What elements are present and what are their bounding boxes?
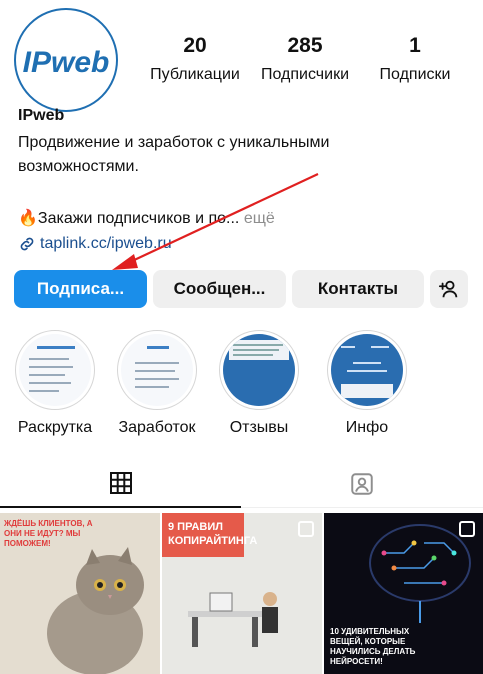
stat-followers[interactable]: 285 Подписчики	[250, 34, 360, 86]
add-person-icon	[438, 280, 458, 298]
posts-label: Публикации	[150, 66, 240, 83]
highlight-info[interactable]: Инфо	[322, 330, 412, 438]
highlight-label: Заработок	[118, 419, 196, 436]
profile-link[interactable]: taplink.cc/ipweb.ru	[18, 232, 172, 256]
promo-text: 🔥Закажи подписчиков и по...	[18, 210, 240, 227]
highlight-label: Раскрутка	[17, 419, 93, 436]
stat-following[interactable]: 1 Подписки	[362, 34, 468, 86]
highlight-otzyvy[interactable]: Отзывы	[214, 330, 304, 438]
stat-posts[interactable]: 20 Публикации	[140, 34, 250, 86]
tagged-person-icon	[351, 472, 373, 495]
highlight-label: Инфо	[345, 419, 389, 436]
profile-bio: Продвижение и заработок с уникальными во…	[18, 134, 330, 175]
reviews-thumbnail	[223, 334, 295, 406]
add-person-button[interactable]	[430, 270, 468, 308]
profile-avatar[interactable]: IPweb	[14, 8, 118, 112]
profile-promo-line: 🔥Закажи подписчиков и по... ещё	[18, 207, 275, 231]
posts-grid: ЖДЁШЬ КЛИЕНТОВ, А ОНИ НЕ ИДУТ? МЫ ПОМОЖЕ…	[0, 513, 483, 674]
posts-count: 20	[183, 34, 207, 57]
highlight-ring	[327, 330, 407, 410]
ipweb-logo: IPweb	[20, 14, 112, 106]
followers-count: 285	[287, 34, 323, 57]
following-count: 1	[409, 34, 421, 57]
profile-username: IPweb	[18, 107, 65, 124]
post-caption: ЖДЁШЬ КЛИЕНТОВ, А ОНИ НЕ ИДУТ? МЫ ПОМОЖЕ…	[4, 519, 93, 548]
followers-label: Подписчики	[260, 66, 349, 83]
carousel-icon	[459, 521, 475, 537]
price-list-thumbnail	[19, 334, 91, 406]
highlight-label: Отзывы	[229, 419, 289, 436]
highlight-ring	[15, 330, 95, 410]
post-caption: 9 ПРАВИЛ КОПИРАЙТИНГА	[168, 521, 258, 547]
highlight-ring	[219, 330, 299, 410]
highlight-raskrutka[interactable]: Раскрутка	[10, 330, 100, 438]
post-tile[interactable]: ЖДЁШЬ КЛИЕНТОВ, А ОНИ НЕ ИДУТ? МЫ ПОМОЖЕ…	[0, 513, 160, 674]
grid-icon	[109, 472, 132, 494]
link-text: taplink.cc/ipweb.ru	[40, 235, 172, 252]
tab-posts-grid[interactable]	[0, 460, 241, 508]
highlight-ring	[117, 330, 197, 410]
more-link[interactable]: ещё	[244, 210, 275, 227]
tab-tagged[interactable]	[241, 460, 483, 508]
carousel-icon	[298, 521, 314, 537]
contacts-button[interactable]: Контакты	[292, 270, 424, 308]
info-thumbnail	[331, 334, 403, 406]
post-tile[interactable]: 10 УДИВИТЕЛЬНЫХ ВЕЩЕЙ, КОТОРЫЕ НАУЧИЛИСЬ…	[324, 513, 483, 674]
earnings-thumbnail	[121, 334, 193, 406]
post-tile[interactable]: 9 ПРАВИЛ КОПИРАЙТИНГА	[162, 513, 322, 674]
message-button[interactable]: Сообщен...	[153, 270, 286, 308]
highlight-zarabotok[interactable]: Заработок	[112, 330, 202, 438]
following-label: Подписки	[379, 66, 451, 83]
link-icon	[20, 237, 34, 251]
profile-tabs	[0, 460, 483, 508]
post-caption: 10 УДИВИТЕЛЬНЫХ ВЕЩЕЙ, КОТОРЫЕ НАУЧИЛИСЬ…	[330, 627, 416, 666]
svg-text:IPweb: IPweb	[23, 46, 110, 79]
subscribe-button[interactable]: Подписа...	[14, 270, 147, 308]
